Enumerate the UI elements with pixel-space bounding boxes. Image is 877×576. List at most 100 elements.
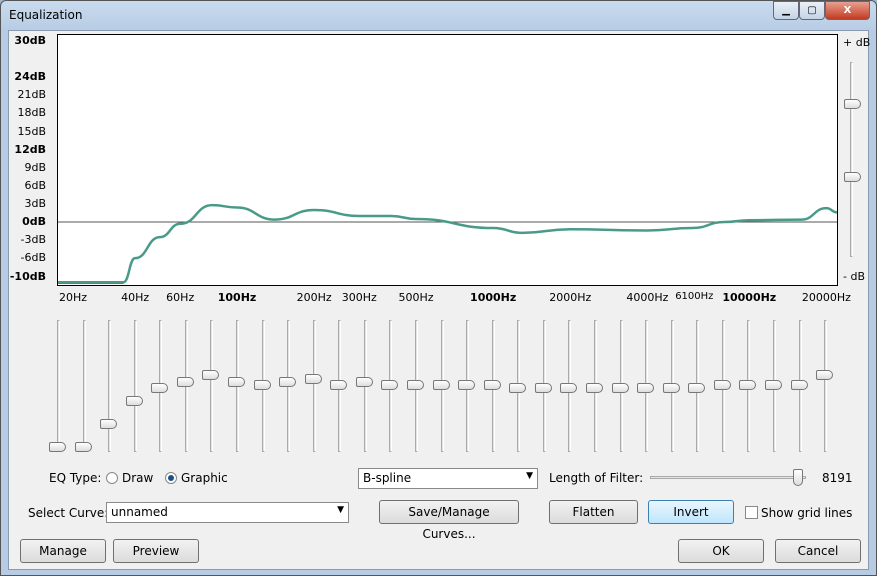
y-axis-label: 30dB (14, 34, 46, 48)
band-slider-thumb[interactable] (355, 376, 373, 387)
band-slider-thumb[interactable] (688, 383, 706, 394)
band-slider-thumb[interactable] (330, 380, 348, 390)
band-slider-thumb[interactable] (176, 376, 194, 387)
band-slider-thumb[interactable] (125, 396, 143, 407)
ok-button[interactable]: OK (678, 539, 764, 563)
y-axis-label: 18dB (17, 106, 46, 120)
eq-curve-svg (58, 203, 837, 284)
length-of-filter-label: Length of Filter: (549, 471, 644, 485)
band-slider-thumb[interactable] (381, 380, 399, 390)
band-slider-thumb[interactable] (432, 380, 450, 390)
y-axis-label: 21dB (17, 88, 46, 102)
band-slider-track[interactable] (824, 320, 828, 452)
band-slider-track[interactable] (133, 320, 137, 452)
band-slider-thumb[interactable] (713, 380, 731, 390)
chevron-down-icon: ▼ (337, 505, 344, 515)
band-slider-thumb[interactable] (49, 441, 66, 452)
y-axis-label: -3dB (20, 233, 47, 247)
min-gain-slider-thumb[interactable] (844, 172, 861, 182)
x-axis-label: 1000Hz (470, 291, 517, 304)
band-slider-track[interactable] (108, 320, 112, 452)
select-curve-label: Select Curve: (28, 506, 109, 520)
flatten-button[interactable]: Flatten (549, 500, 638, 524)
band-slider-thumb[interactable] (637, 383, 655, 394)
curve-value: unnamed (111, 505, 168, 519)
filter-length-slider[interactable] (650, 476, 806, 479)
band-slider-thumb[interactable] (227, 376, 245, 387)
band-slider-thumb[interactable] (100, 419, 118, 429)
band-slider-track[interactable] (312, 320, 316, 452)
eq-type-label: EQ Type: (49, 471, 102, 485)
band-slider-thumb[interactable] (764, 380, 782, 390)
band-slider-track[interactable] (82, 320, 86, 452)
band-slider-track[interactable] (57, 320, 60, 452)
x-axis-label: 20000Hz (801, 291, 851, 304)
y-axis-label: 0dB (22, 215, 46, 228)
filter-length-thumb[interactable] (793, 469, 803, 486)
band-slider-thumb[interactable] (458, 380, 476, 390)
curve-select[interactable]: unnamed ▼ (106, 502, 349, 523)
filter-length-value: 8191 (822, 471, 853, 485)
draw-radio[interactable] (106, 472, 118, 484)
preview-button[interactable]: Preview (113, 539, 199, 563)
maximize-button[interactable]: ▢ (799, 1, 825, 20)
y-axis-label: 6dB (24, 178, 46, 192)
eq-curve[interactable] (58, 203, 837, 284)
band-slider-thumb[interactable] (202, 370, 220, 381)
band-slider-thumb[interactable] (406, 380, 424, 390)
x-axis-label: 300Hz (341, 291, 377, 304)
window-title: Equalization (9, 8, 83, 22)
y-axis-label: -6dB (20, 251, 47, 265)
band-slider-thumb[interactable] (611, 383, 629, 394)
save-manage-curves-button[interactable]: Save/Manage Curves... (379, 500, 519, 541)
band-slider-thumb[interactable] (483, 380, 501, 390)
x-axis-label: 40Hz (121, 291, 150, 304)
chevron-down-icon: ▼ (526, 471, 533, 481)
band-slider-thumb[interactable] (509, 383, 527, 394)
max-gain-slider-thumb[interactable] (844, 99, 861, 109)
y-axis-label: 15dB (17, 124, 46, 138)
x-axis-label: 20Hz (58, 291, 88, 304)
band-slider-thumb[interactable] (304, 373, 322, 384)
max-gain-slider-track[interactable] (850, 62, 853, 257)
x-axis-label: 200Hz (296, 291, 332, 304)
x-axis-label: 4000Hz (626, 291, 669, 304)
band-slider-thumb[interactable] (585, 383, 603, 394)
show-grid-label[interactable]: Show grid lines (761, 506, 852, 520)
band-slider-thumb[interactable] (279, 376, 297, 387)
band-slider-thumb[interactable] (739, 380, 757, 390)
close-button[interactable]: X (825, 1, 870, 20)
band-slider-thumb[interactable] (74, 441, 92, 452)
x-axis-label: 100Hz (217, 291, 257, 304)
y-axis-label: 9dB (24, 160, 46, 174)
x-axis-label: 60Hz (166, 291, 195, 304)
minimize-button[interactable]: ▁ (773, 1, 799, 20)
x-axis-label: 10000Hz (722, 291, 777, 304)
draw-label[interactable]: Draw (122, 471, 153, 485)
band-slider-thumb[interactable] (560, 383, 578, 394)
y-axis-label: 12dB (14, 142, 46, 156)
manage-button[interactable]: Manage (20, 539, 106, 563)
eq-graph[interactable] (57, 34, 838, 286)
graphic-label[interactable]: Graphic (181, 471, 228, 485)
x-axis-label: 6100Hz (675, 291, 714, 302)
band-slider-thumb[interactable] (816, 370, 834, 381)
graphic-radio[interactable] (165, 472, 177, 484)
y-axis-label: 3dB (24, 196, 46, 210)
show-grid-checkbox[interactable] (745, 506, 758, 519)
interpolation-select[interactable]: B-spline ▼ (358, 468, 538, 489)
band-slider-thumb[interactable] (790, 380, 808, 390)
cancel-button[interactable]: Cancel (775, 539, 861, 563)
invert-button[interactable]: Invert (648, 500, 734, 524)
band-slider-thumb[interactable] (151, 383, 169, 394)
band-slider-thumb[interactable] (534, 383, 552, 394)
band-slider-thumb[interactable] (253, 380, 271, 390)
band-slider-thumb[interactable] (662, 383, 680, 394)
interpolation-value: B-spline (363, 471, 412, 485)
x-axis-label: 500Hz (398, 291, 434, 304)
y-axis-label: 24dB (14, 70, 46, 84)
gain-plus-label: + dB (843, 36, 871, 49)
gain-minus-label: - dB (843, 270, 865, 283)
x-axis-label: 2000Hz (549, 291, 592, 304)
band-slider-track[interactable] (210, 320, 214, 452)
